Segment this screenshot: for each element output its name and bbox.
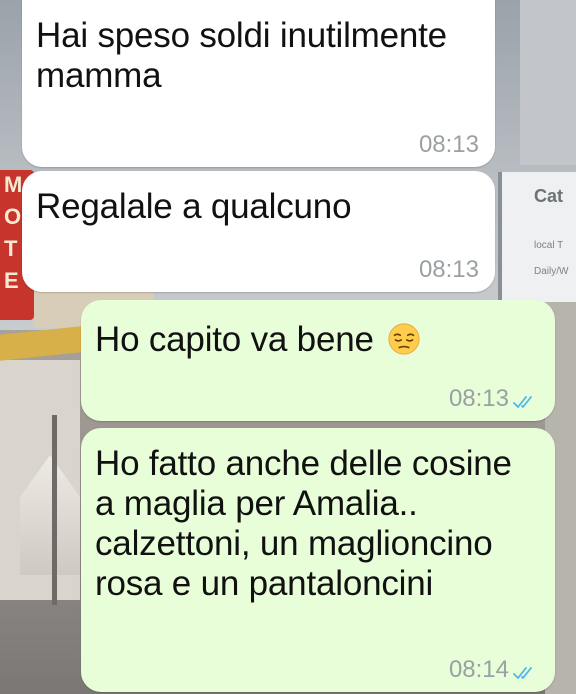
billboard-line: local T: [534, 240, 564, 251]
message-text-row: Ho capito va bene: [95, 310, 539, 360]
message-meta: 08:13: [419, 256, 479, 284]
message-time: 08:14: [448, 656, 509, 683]
pensive-face-emoji: [388, 323, 420, 355]
double-check-icon: [513, 667, 532, 679]
message-text: Ho fatto anche delle cosine a maglia per…: [95, 444, 512, 603]
message-text: Hai speso soldi inutilmente mamma: [36, 16, 447, 95]
incoming-message-bubble[interactable]: Hai speso soldi inutilmente mamma 08:13: [22, 0, 495, 167]
wallpaper-pole: [52, 415, 57, 605]
wallpaper-billboard: Cat local T Daily/W: [498, 172, 576, 302]
message-time: 08:13: [448, 385, 509, 412]
billboard-title: Cat: [534, 186, 564, 206]
message-text: Regalale a qualcuno: [36, 187, 352, 226]
message-time: 08:13: [418, 131, 479, 158]
message-meta: 08:13: [419, 131, 479, 159]
double-check-icon: [513, 396, 532, 408]
outgoing-message-bubble[interactable]: Ho capito va bene 08:13: [81, 300, 555, 421]
outgoing-message-bubble[interactable]: Ho fatto anche delle cosine a maglia per…: [81, 428, 555, 692]
wallpaper-building-top-right: [520, 0, 576, 165]
message-time: 08:13: [418, 256, 479, 283]
incoming-message-bubble[interactable]: Regalale a qualcuno 08:13: [22, 171, 495, 292]
message-meta: 08:13: [449, 385, 539, 413]
message-meta: 08:14: [449, 656, 539, 684]
message-text: Ho capito va bene: [95, 320, 374, 359]
billboard-line: Daily/W: [534, 266, 569, 277]
